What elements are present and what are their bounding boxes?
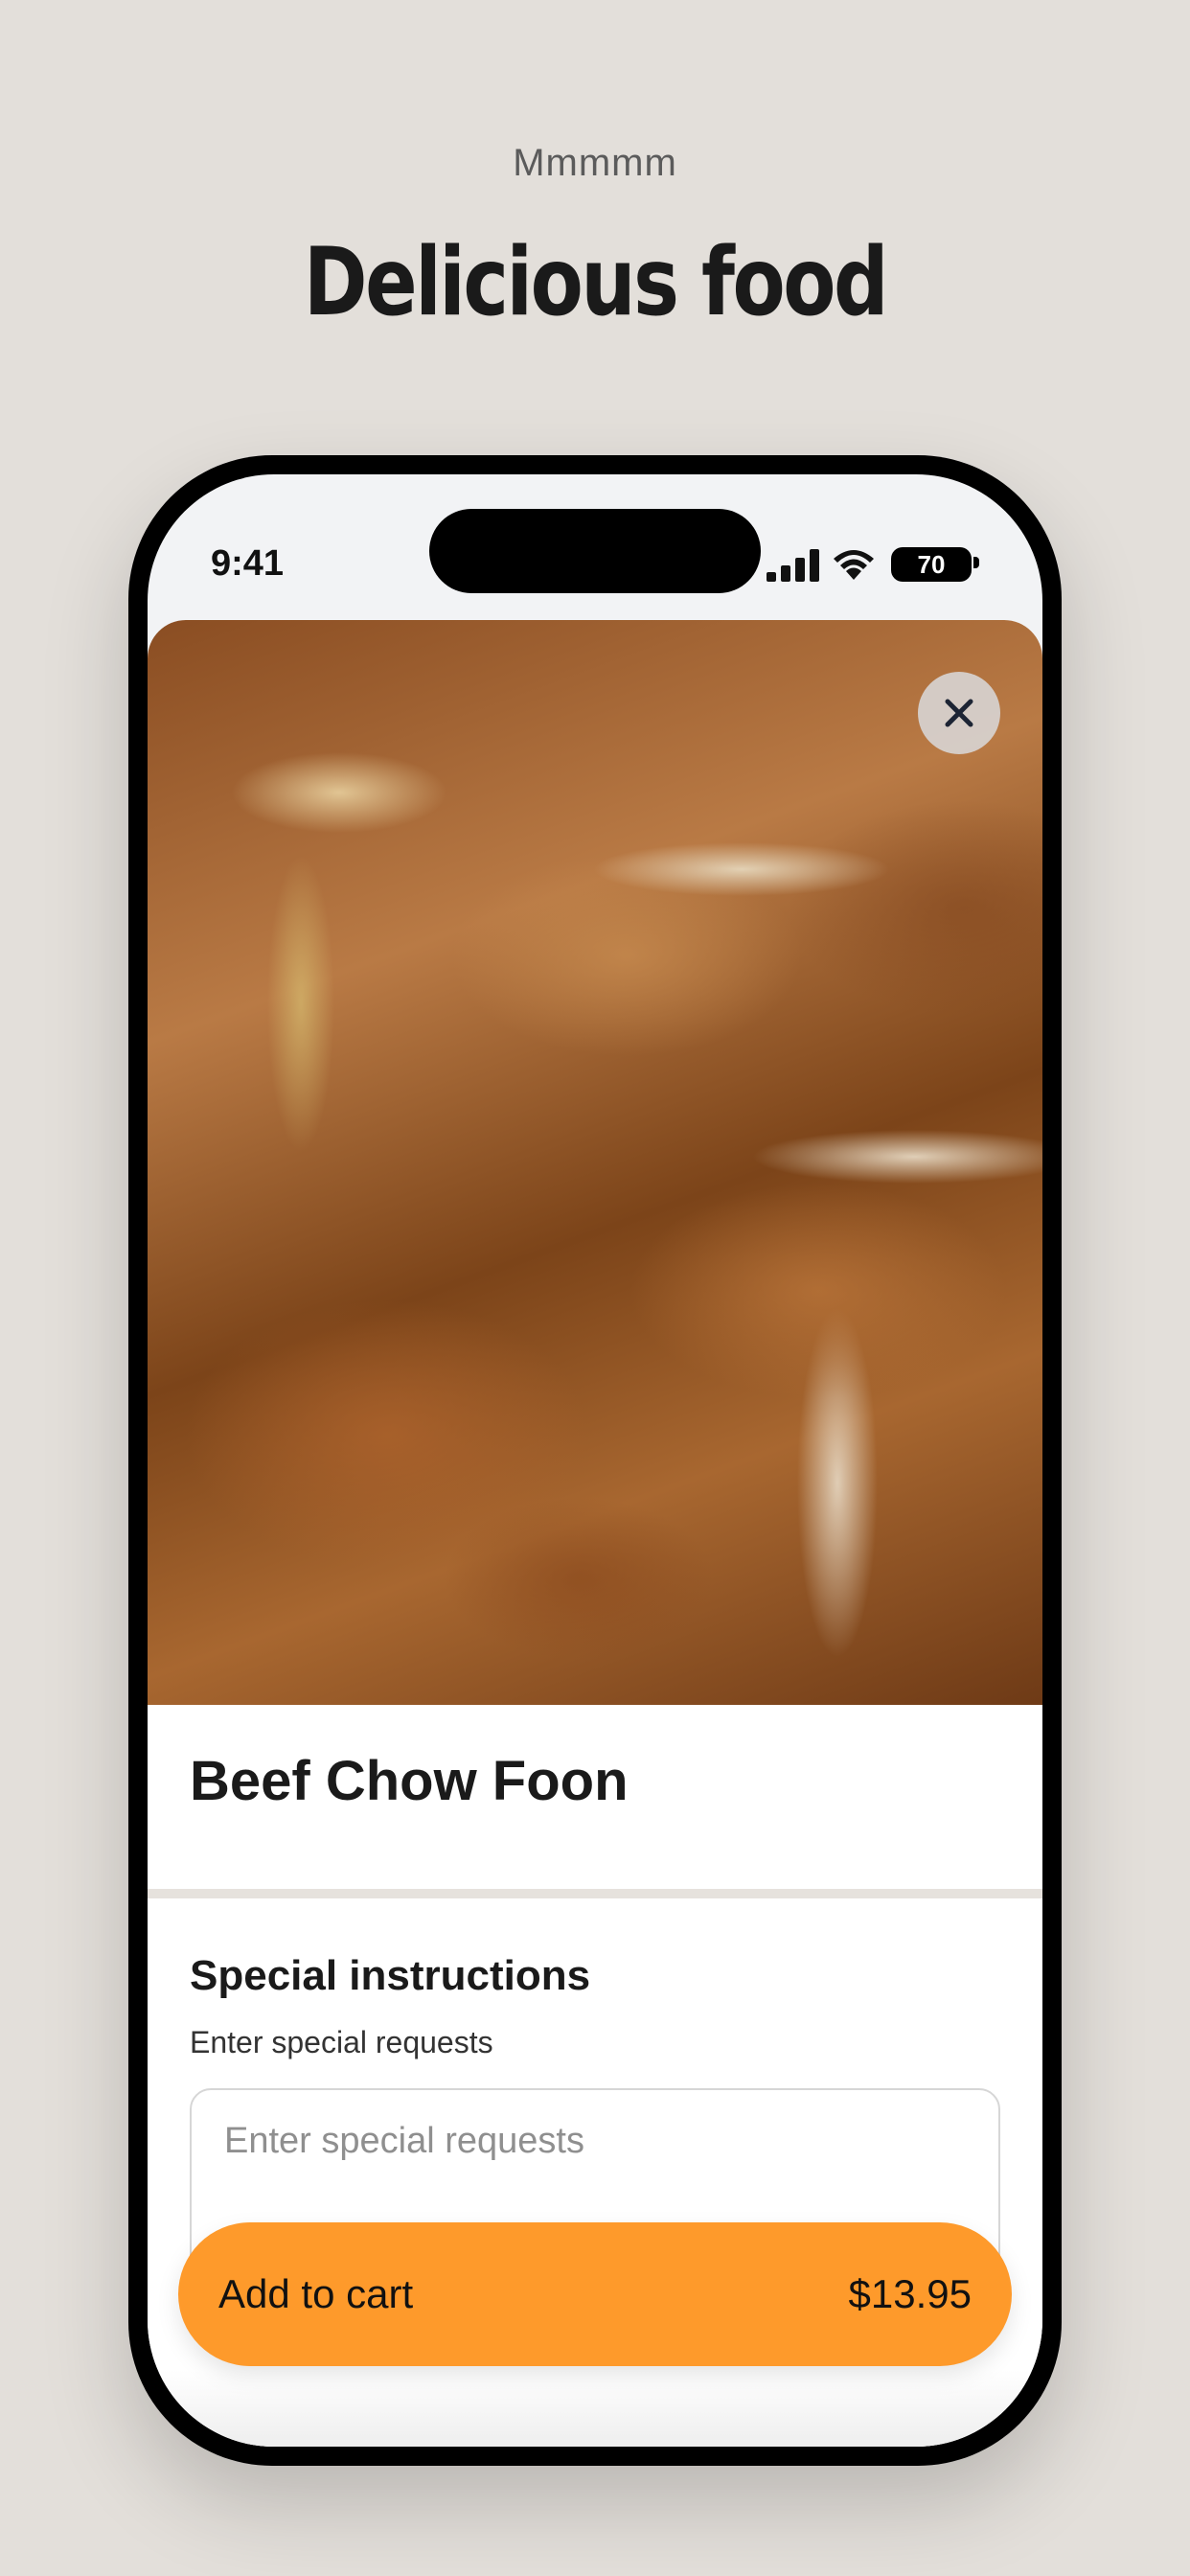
bottom-fade [148, 2370, 1042, 2447]
food-photo [148, 620, 1042, 1705]
battery-icon: 70 [891, 547, 972, 582]
battery-level: 70 [917, 550, 946, 579]
item-title: Beef Chow Foon [190, 1750, 629, 1812]
signal-icon [767, 549, 819, 582]
item-sheet: Beef Chow Foon Special instructions Ente… [148, 620, 1042, 2447]
special-instructions-subtitle: Enter special requests [190, 2025, 493, 2059]
special-instructions-title: Special instructions [190, 1952, 591, 1999]
status-icons: 70 [749, 545, 979, 584]
phone-frame: 9:41 70 Beef Chow Foon Special instructi… [128, 455, 1062, 2466]
phone-screen: 9:41 70 Beef Chow Foon Special instructi… [148, 474, 1042, 2447]
wifi-icon [834, 550, 874, 580]
close-button[interactable] [918, 672, 1000, 754]
status-bar: 9:41 70 [148, 474, 1042, 618]
status-time: 9:41 [211, 543, 285, 584]
section-divider [148, 1889, 1042, 1898]
eyebrow-text: Mmmmm [513, 142, 677, 184]
headline: Delicious food [303, 228, 889, 337]
battery-nub [973, 557, 979, 568]
dynamic-island [429, 509, 761, 593]
item-price: $13.95 [848, 2271, 972, 2316]
close-icon [945, 699, 973, 727]
add-to-cart-label: Add to cart [218, 2271, 414, 2316]
add-to-cart-button[interactable]: Add to cart $13.95 [178, 2222, 1012, 2366]
